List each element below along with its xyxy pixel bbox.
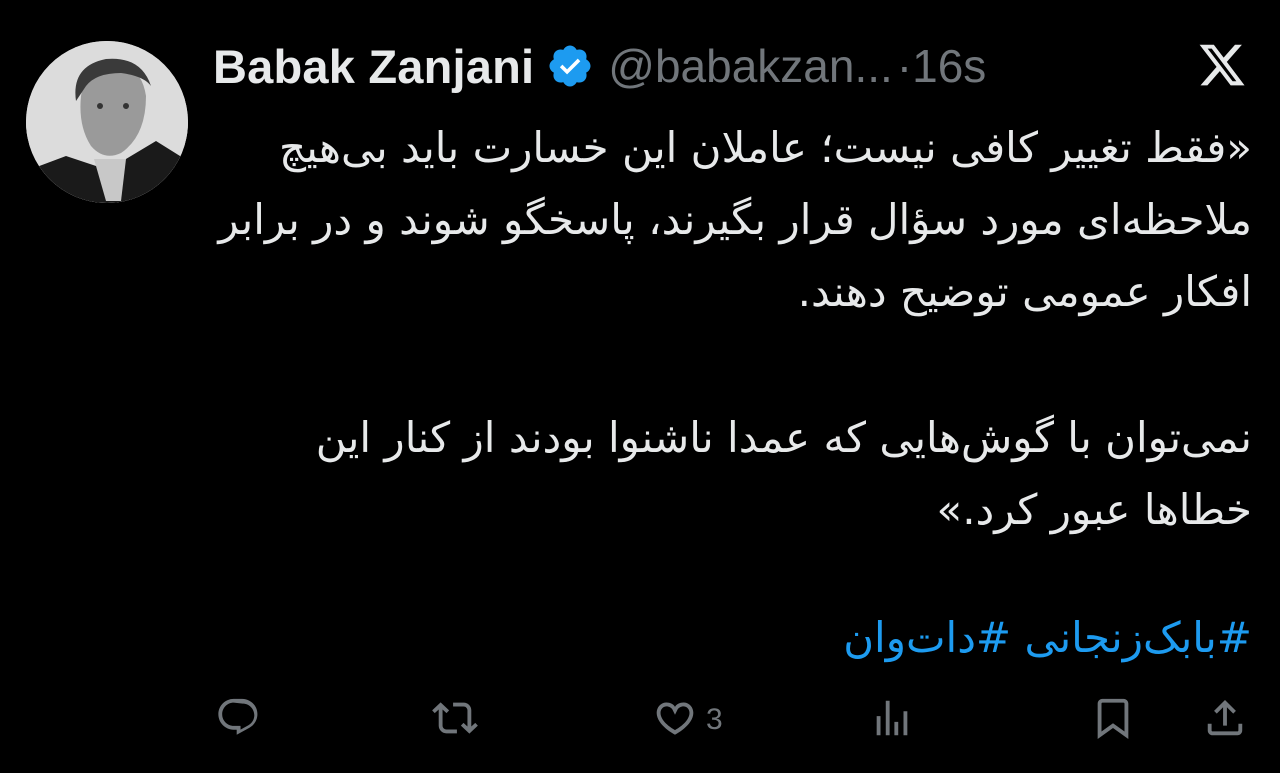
share-button[interactable] [1202,690,1248,750]
bookmark-button[interactable] [1090,690,1136,750]
reply-icon [215,695,261,746]
bookmark-icon [1090,695,1136,746]
verified-badge-icon [546,42,594,90]
retweet-button[interactable] [432,690,478,750]
author-name[interactable]: Babak Zanjani [213,39,534,94]
author-handle[interactable]: @babakzan... [608,39,893,93]
share-icon [1202,695,1248,746]
reply-button[interactable] [215,690,261,750]
like-count: 3 [706,703,723,736]
action-bar: 3 [0,690,1280,750]
avatar[interactable] [26,41,188,203]
x-logo-icon [1196,40,1248,90]
retweet-icon [432,695,478,746]
like-button[interactable]: 3 [652,690,723,750]
tweet-paragraph: نمی‌توان با گوش‌هایی که عمدا ناشنوا بودن… [315,413,1252,534]
tweet-hashtags[interactable]: #بابک‌زنجانی #دات‌وان [200,602,1252,674]
tweet-paragraph: «فقط تغییر کافی نیست؛ عاملان این خسارت ب… [218,123,1252,316]
heart-icon [652,695,698,746]
tweet-timestamp[interactable]: 16s [912,39,986,93]
separator-dot: · [896,40,913,92]
views-icon [869,695,915,746]
tweet-header: Babak Zanjani @babakzan... · 16s [213,36,986,96]
views-button[interactable] [869,690,915,750]
